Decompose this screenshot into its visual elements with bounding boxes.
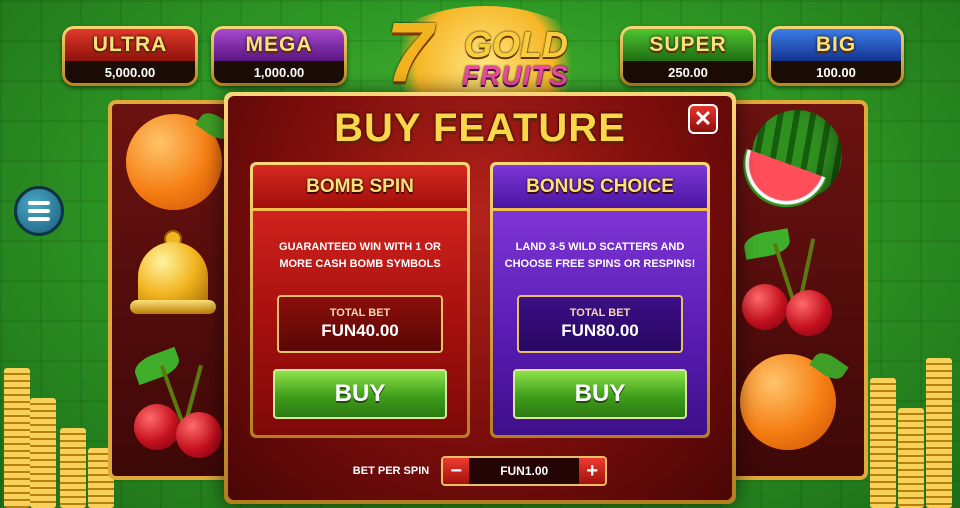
bet-stepper: − FUN1.00 + — [441, 456, 608, 486]
cherry-symbol — [738, 228, 848, 342]
logo-seven: 7 — [386, 5, 433, 99]
coin-pile-right — [860, 358, 960, 508]
buy-bonus-choice-button[interactable]: BUY — [513, 369, 687, 419]
increase-bet-button[interactable]: + — [579, 458, 606, 484]
jackpot-ultra: ULTRA 5,000.00 — [62, 26, 198, 86]
total-bet-box: TOTAL BET FUN80.00 — [517, 295, 683, 353]
decrease-bet-button[interactable]: − — [443, 458, 470, 484]
orange-symbol — [740, 348, 849, 450]
bet-per-spin-label: BET PER SPIN — [352, 465, 430, 477]
jackpot-amount: 100.00 — [771, 61, 901, 83]
reel-column-right — [731, 104, 854, 476]
cherry-symbol — [130, 346, 230, 464]
card-title: BONUS CHOICE — [493, 165, 707, 211]
bonus-choice-card: BONUS CHOICE LAND 3-5 WILD SCATTERS AND … — [490, 162, 710, 438]
jackpot-amount: 1,000.00 — [214, 61, 344, 83]
logo-fruits-text: FRUITS — [462, 60, 570, 91]
jackpot-mega: MEGA 1,000.00 — [211, 26, 347, 86]
jackpot-name: SUPER — [623, 29, 753, 61]
bell-symbol — [130, 230, 216, 318]
jackpot-amount: 5,000.00 — [65, 61, 195, 83]
game-logo: 7 GOLD FRUITS — [376, 5, 594, 126]
bet-per-spin-value: FUN1.00 — [500, 464, 549, 478]
card-description: GUARANTEED WIN WITH 1 OR MORE CASH BOMB … — [279, 241, 441, 270]
bomb-spin-card: BOMB SPIN GUARANTEED WIN WITH 1 OR MORE … — [250, 162, 470, 438]
total-bet-box: TOTAL BET FUN40.00 — [277, 295, 443, 353]
jackpot-big: BIG 100.00 — [768, 26, 904, 86]
jackpot-name: ULTRA — [65, 29, 195, 61]
jackpot-super: SUPER 250.00 — [620, 26, 756, 86]
close-button[interactable]: ✕ — [688, 104, 718, 134]
card-title: BOMB SPIN — [253, 165, 467, 211]
hamburger-menu-icon[interactable] — [14, 186, 64, 236]
jackpot-name: MEGA — [214, 29, 344, 61]
total-bet-label: TOTAL BET — [569, 307, 631, 319]
card-description: LAND 3-5 WILD SCATTERS AND CHOOSE FREE S… — [504, 241, 696, 270]
orange-symbol — [126, 108, 235, 210]
jackpot-amount: 250.00 — [623, 61, 753, 83]
reel-column-left — [112, 104, 235, 476]
total-bet-value: FUN40.00 — [321, 321, 399, 340]
dialog-title: BUY FEATURE — [334, 106, 626, 150]
jackpot-name: BIG — [771, 29, 901, 61]
buy-feature-dialog: BUY FEATURE ✕ BOMB SPIN GUARANTEED WIN W… — [224, 92, 736, 504]
bet-per-spin-row: BET PER SPIN − FUN1.00 + — [228, 454, 732, 488]
total-bet-value: FUN80.00 — [561, 321, 639, 340]
close-icon: ✕ — [693, 106, 713, 131]
buy-bomb-spin-button[interactable]: BUY — [273, 369, 447, 419]
total-bet-label: TOTAL BET — [329, 307, 391, 319]
